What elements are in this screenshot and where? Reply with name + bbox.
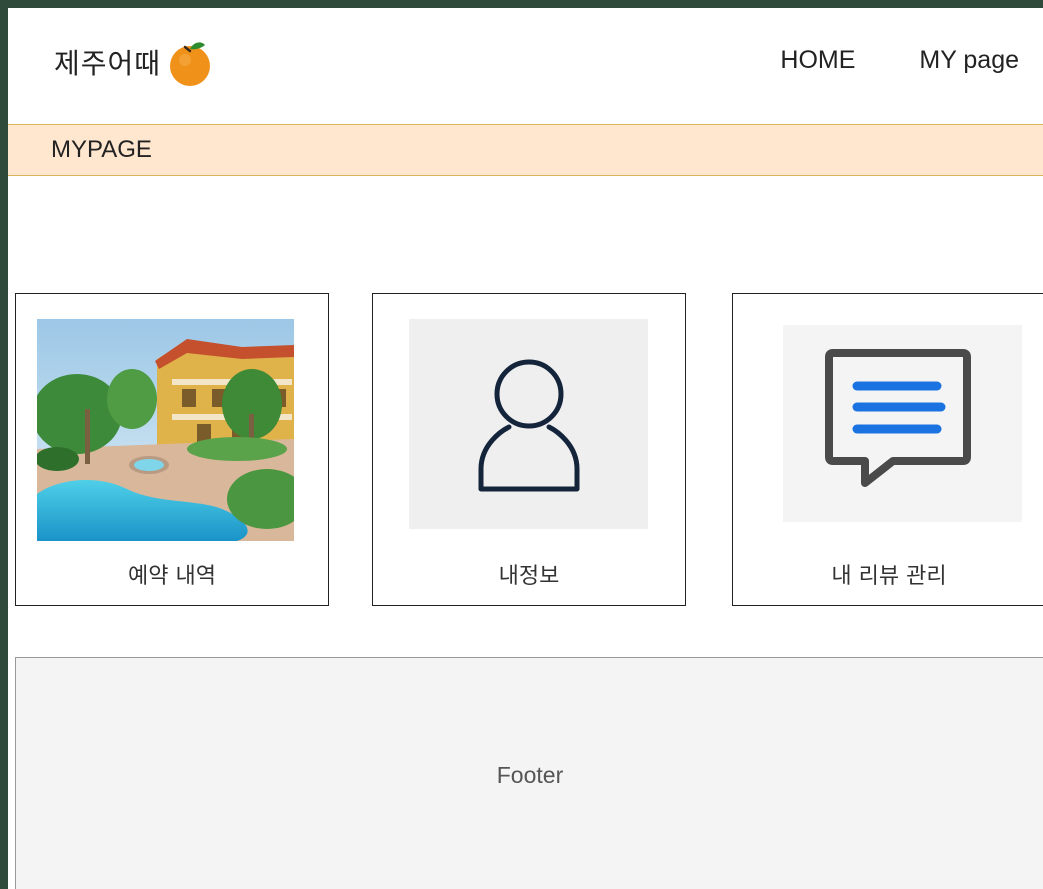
footer-text: Footer <box>496 762 564 788</box>
page-title: MYPAGE <box>51 136 152 163</box>
page: 제주어때 HOME MY page MYPAGE 예약 내역 내정보 내 리뷰 … <box>8 8 1043 889</box>
page-title-bar: MYPAGE <box>8 124 1043 176</box>
reservation-history-card[interactable]: 예약 내역 <box>15 293 329 606</box>
user-icon <box>409 319 648 529</box>
footer: Footer <box>15 657 1043 889</box>
nav-mypage-link[interactable]: MY page <box>919 46 1019 75</box>
my-reviews-card[interactable]: 내 리뷰 관리 <box>732 293 1043 606</box>
nav-home-link[interactable]: HOME <box>780 46 855 75</box>
card-label: 내정보 <box>498 564 560 589</box>
my-info-card[interactable]: 내정보 <box>372 293 686 606</box>
card-label: 예약 내역 <box>128 564 216 589</box>
orange-icon <box>170 42 211 86</box>
header: 제주어때 HOME MY page <box>8 8 1043 124</box>
top-nav: HOME MY page <box>780 46 1019 75</box>
card-label: 내 리뷰 관리 <box>831 564 947 589</box>
logo[interactable]: 제주어때 <box>54 36 215 88</box>
chat-message-icon <box>783 325 1022 522</box>
resort-photo <box>37 319 294 541</box>
brand-name: 제주어때 <box>54 47 162 80</box>
